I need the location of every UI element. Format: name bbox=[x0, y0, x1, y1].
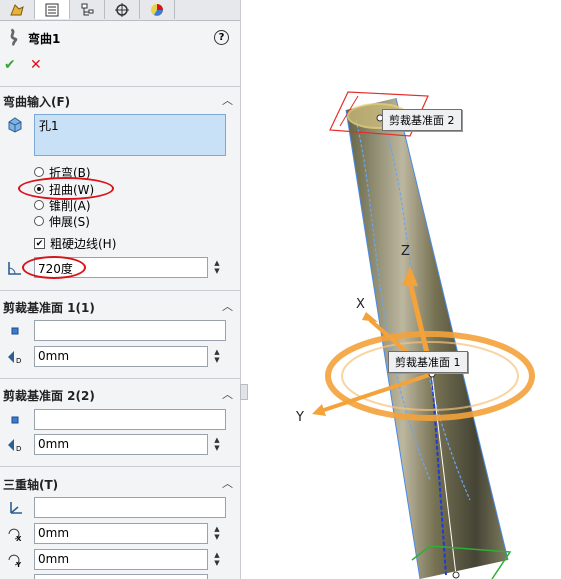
tab-configuration-manager[interactable] bbox=[70, 0, 105, 19]
x-spinner[interactable]: ▲ ▼ bbox=[212, 525, 222, 541]
feature-title-row: 弯曲1 ? bbox=[0, 26, 240, 50]
triad-y-value: 0mm bbox=[38, 552, 70, 566]
rotate-y-icon: Y bbox=[8, 554, 22, 569]
help-icon[interactable]: ? bbox=[214, 30, 229, 45]
trim-plane-2-heading: 剪裁基准面 2(2) bbox=[3, 389, 95, 403]
axis-y-label: Y bbox=[296, 410, 304, 425]
rigid-edges-option[interactable]: ✔ 粗硬边线(H) bbox=[34, 235, 116, 251]
triad-x-value: 0mm bbox=[38, 526, 70, 540]
distance-spinner[interactable]: ▲ ▼ bbox=[212, 436, 222, 452]
trim-plane-1-callout[interactable]: 剪裁基准面 1 bbox=[388, 351, 468, 373]
triad-icon bbox=[10, 502, 22, 514]
trim-plane-1-heading: 剪裁基准面 1(1) bbox=[3, 301, 95, 315]
body-selection-icon bbox=[8, 117, 22, 133]
option-stretch[interactable]: 伸展(S) bbox=[34, 213, 90, 229]
bend-input-heading: 弯曲输入(F) bbox=[3, 95, 71, 109]
triad-z-input[interactable] bbox=[34, 574, 208, 579]
tab-dimxpert-manager[interactable] bbox=[105, 0, 140, 19]
rigid-edges-checkbox[interactable]: ✔ bbox=[34, 237, 45, 249]
trim-plane-1-header[interactable]: 剪裁基准面 1(1) ︿ bbox=[0, 296, 240, 316]
svg-text:D: D bbox=[16, 357, 21, 365]
triad-reference[interactable] bbox=[34, 497, 226, 518]
y-spinner[interactable]: ▲ ▼ bbox=[212, 551, 222, 567]
collapse-chevron-icon[interactable]: ︿ bbox=[222, 298, 233, 314]
property-manager-panel: 弯曲1 ? ✔ ✕ 弯曲输入(F) ︿ 孔1 折弯(B) 扭曲(W) 锥削(A)… bbox=[0, 0, 241, 579]
twisted-cylinder-model bbox=[312, 91, 535, 579]
feature-title: 弯曲1 bbox=[28, 32, 61, 46]
svg-text:D: D bbox=[16, 445, 21, 453]
trim-distance-icon: D bbox=[8, 351, 21, 365]
svg-text:Y: Y bbox=[15, 561, 22, 569]
radio-taper[interactable] bbox=[34, 200, 44, 210]
property-manager-icon bbox=[45, 3, 59, 16]
radio-bend[interactable] bbox=[34, 167, 44, 177]
display-manager-icon bbox=[151, 3, 163, 16]
rigid-edges-label: 粗硬边线(H) bbox=[50, 236, 117, 251]
divider bbox=[0, 290, 240, 291]
flex-feature-icon bbox=[10, 28, 18, 46]
radio-stretch[interactable] bbox=[34, 216, 44, 226]
ok-button[interactable]: ✔ bbox=[4, 57, 16, 73]
axis-z-label: Z bbox=[401, 244, 410, 259]
reference-entity-icon bbox=[11, 416, 19, 424]
rotate-x-icon: X bbox=[8, 528, 22, 543]
axis-x-label: X bbox=[356, 297, 365, 312]
trim-distance-icon: D bbox=[8, 439, 21, 453]
collapse-chevron-icon[interactable]: ︿ bbox=[222, 475, 233, 491]
collapse-chevron-icon[interactable]: ︿ bbox=[222, 92, 233, 108]
trim-plane-2-reference[interactable] bbox=[34, 409, 226, 430]
option-stretch-label: 伸展(S) bbox=[49, 214, 90, 229]
triad-header[interactable]: 三重轴(T) ︿ bbox=[0, 473, 240, 493]
angle-highlight-annotation bbox=[22, 256, 86, 279]
cancel-button[interactable]: ✕ bbox=[30, 57, 42, 73]
tab-property-manager[interactable] bbox=[35, 0, 70, 19]
angle-spinner[interactable]: ▲ ▼ bbox=[212, 259, 222, 275]
bend-input-header[interactable]: 弯曲输入(F) ︿ bbox=[0, 90, 240, 110]
trim-plane-1-reference[interactable] bbox=[34, 320, 226, 341]
manager-tabs bbox=[0, 0, 240, 21]
trim-plane-2-distance[interactable]: 0mm bbox=[34, 434, 208, 455]
reference-entity-icon bbox=[11, 327, 19, 335]
triad-y-input[interactable]: 0mm bbox=[34, 549, 208, 570]
trim-plane-2-callout[interactable]: 剪裁基准面 2 bbox=[382, 109, 462, 131]
selected-bodies-list[interactable]: 孔1 bbox=[34, 114, 226, 156]
trim-plane-1-distance-value: 0mm bbox=[38, 349, 70, 363]
graphics-viewport[interactable]: 剪裁基准面 2 剪裁基准面 1 Z X Y bbox=[246, 0, 561, 579]
collapse-chevron-icon[interactable]: ︿ bbox=[222, 386, 233, 402]
selected-body-item[interactable]: 孔1 bbox=[39, 119, 59, 133]
trim-plane-2-header[interactable]: 剪裁基准面 2(2) ︿ bbox=[0, 384, 240, 404]
triad-heading: 三重轴(T) bbox=[3, 478, 59, 492]
divider bbox=[0, 86, 240, 87]
divider bbox=[0, 466, 240, 467]
tab-display-manager[interactable] bbox=[140, 0, 175, 19]
divider bbox=[0, 378, 240, 379]
feature-manager-icon bbox=[10, 3, 24, 15]
twist-highlight-annotation bbox=[18, 177, 114, 200]
trim-plane-1-distance[interactable]: 0mm bbox=[34, 346, 208, 367]
configuration-manager-icon bbox=[81, 3, 94, 15]
triad-x-input[interactable]: 0mm bbox=[34, 523, 208, 544]
distance-spinner[interactable]: ▲ ▼ bbox=[212, 348, 222, 364]
trim-plane-2-distance-value: 0mm bbox=[38, 437, 70, 451]
dimxpert-icon bbox=[115, 2, 129, 17]
svg-text:X: X bbox=[16, 535, 22, 543]
tab-feature-manager[interactable] bbox=[0, 0, 35, 19]
